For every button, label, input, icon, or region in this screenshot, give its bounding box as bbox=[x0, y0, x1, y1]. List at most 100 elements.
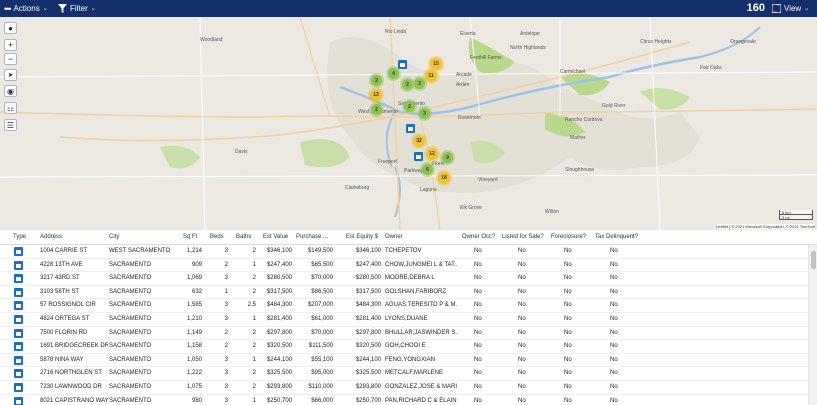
zoom-in-button[interactable]: + bbox=[4, 39, 17, 51]
cell-foreclosure: No bbox=[564, 248, 572, 254]
cell-owner: CHOW,JUNGMEI L & TAT... bbox=[385, 261, 457, 268]
cell-listed: No bbox=[518, 248, 526, 254]
col-header-type[interactable]: Type bbox=[13, 230, 26, 245]
col-header-purchase[interactable]: Purchase ... bbox=[296, 230, 328, 245]
map-cluster[interactable]: 2 bbox=[371, 104, 382, 115]
col-header-beds[interactable]: Beds bbox=[210, 230, 224, 245]
cell-listed: No bbox=[518, 275, 526, 282]
cell-owner: MOORE,DEBRA L bbox=[385, 275, 435, 282]
table-row[interactable]: 8021 CAPISTRANO WAY SACRAMENTO 980 3 1 $… bbox=[0, 395, 808, 405]
map-cluster[interactable]: 6 bbox=[422, 164, 433, 175]
col-header-owner[interactable]: Owner bbox=[385, 230, 403, 245]
cell-tax-delinquent: No bbox=[610, 302, 618, 309]
zoom-out-button[interactable]: − bbox=[4, 53, 17, 65]
cell-purchase: $149,500 bbox=[307, 248, 333, 254]
map-cluster[interactable]: 12 bbox=[426, 148, 438, 160]
street-view-person-button[interactable]: ● bbox=[4, 22, 17, 34]
table-row[interactable]: 4824 ORTEGA ST SACRAMENTO 1,210 3 1 $281… bbox=[0, 313, 808, 327]
cell-sqft: 1,222 bbox=[186, 370, 202, 377]
scrollbar-thumb[interactable] bbox=[811, 251, 816, 269]
cell-beds: 2 bbox=[224, 329, 228, 336]
cell-sqft: 1,075 bbox=[186, 384, 202, 390]
cell-city: SACRAMENTO bbox=[109, 261, 152, 268]
map-cluster[interactable]: 2 bbox=[371, 75, 382, 86]
table-row[interactable]: 7230 LAWNWOOD DR SACRAMENTO 1,075 3 2 $2… bbox=[0, 381, 808, 395]
col-header-address[interactable]: Address bbox=[40, 230, 62, 245]
locate-button[interactable]: ➤ bbox=[4, 69, 17, 81]
place-label: Rancho Cordova bbox=[565, 117, 603, 123]
cell-equity: $281,400 bbox=[355, 316, 381, 322]
col-header-city[interactable]: City bbox=[109, 230, 119, 245]
col-header-sqft[interactable]: Sq Ft bbox=[183, 230, 197, 245]
cell-beds: 3 bbox=[224, 248, 228, 254]
table-row[interactable]: 2716 NORTHGLEN ST SACRAMENTO 1,222 3 2 $… bbox=[0, 367, 808, 381]
cell-city: SACRAMENTO bbox=[109, 370, 152, 377]
table-row[interactable]: 3103 58TH ST SACRAMENTO 632 1 2 $317,500… bbox=[0, 286, 808, 300]
cell-address: 3103 58TH ST bbox=[40, 288, 80, 295]
cell-baths: 1 bbox=[252, 397, 256, 404]
cell-tax-delinquent: No bbox=[610, 384, 618, 390]
cell-tax-delinquent: No bbox=[610, 248, 618, 254]
place-label: Parkway bbox=[404, 168, 424, 174]
table-row[interactable]: 4228 13TH AVE SACRAMENTO 909 2 1 $247,40… bbox=[0, 259, 808, 273]
table-row[interactable]: 7500 FLORIN RD SACRAMENTO 1,149 2 2 $297… bbox=[0, 327, 808, 341]
table-row[interactable]: 1691 BRIDGECREEK DR SACRAMENTO 1,158 2 2… bbox=[0, 340, 808, 354]
cell-city: SACRAMENTO bbox=[109, 356, 152, 363]
cell-owner-occ: No bbox=[474, 397, 482, 404]
map-cluster[interactable]: 3 bbox=[419, 108, 430, 119]
map-cluster[interactable]: 4 bbox=[388, 68, 399, 79]
map-cluster[interactable]: 18 bbox=[438, 172, 450, 184]
house-type-icon bbox=[14, 287, 23, 297]
cell-city: WEST SACRAMENTO bbox=[109, 248, 171, 254]
cell-baths: 2 bbox=[252, 329, 256, 336]
map-cluster[interactable]: 9 bbox=[442, 152, 453, 163]
place-label: Clarksburg bbox=[345, 185, 370, 191]
chevron-down-icon: ⌄ bbox=[90, 6, 96, 12]
globe-button[interactable]: ◉ bbox=[4, 85, 17, 97]
view-menu-button[interactable]: View ⌄ bbox=[772, 0, 809, 17]
map-cluster[interactable]: 13 bbox=[370, 89, 382, 101]
property-pin[interactable] bbox=[414, 152, 423, 161]
map-cluster[interactable]: 11 bbox=[425, 70, 437, 82]
cell-tax-delinquent: No bbox=[610, 288, 618, 295]
place-label: Mather bbox=[570, 135, 586, 141]
actions-menu-button[interactable]: ••• Actions ⌄ bbox=[4, 0, 48, 17]
cell-city: SACRAMENTO bbox=[109, 329, 152, 336]
place-label: Orangevale bbox=[730, 39, 756, 45]
map-cluster[interactable]: 3 bbox=[414, 78, 425, 89]
ruler-button[interactable]: ⚏ bbox=[4, 102, 17, 114]
col-header-est-value[interactable]: Est Value bbox=[263, 230, 288, 245]
map-cluster[interactable]: 32 bbox=[413, 135, 425, 147]
cell-purchase: $65,500 bbox=[311, 261, 333, 268]
col-header-tax-delinquent[interactable]: Tax Delinquent? bbox=[595, 230, 638, 245]
table-row[interactable]: 57 ROSSIGNOL CIR SACRAMENTO 1,585 3 2.5 … bbox=[0, 299, 808, 313]
map-cluster[interactable]: 2 bbox=[404, 101, 415, 112]
property-pin[interactable] bbox=[406, 124, 415, 133]
col-header-owner-occ[interactable]: Owner Occ? bbox=[462, 230, 495, 245]
layers-button[interactable]: ☰ bbox=[4, 119, 17, 131]
table-row[interactable]: 3217 43RD ST SACRAMENTO 1,069 3 2 $280,5… bbox=[0, 272, 808, 286]
col-header-baths[interactable]: Baths bbox=[236, 230, 251, 245]
cell-equity: $280,500 bbox=[355, 275, 381, 282]
cell-owner-occ: No bbox=[474, 316, 482, 322]
cell-sqft: 1,158 bbox=[186, 343, 202, 350]
filter-menu-button[interactable]: Filter ⌄ bbox=[58, 0, 96, 17]
place-label: Antelope bbox=[520, 31, 540, 37]
table-row[interactable]: 5878 NINA WAY SACRAMENTO 1,050 3 1 $244,… bbox=[0, 354, 808, 368]
map-cluster[interactable]: 2 bbox=[402, 79, 413, 90]
cell-foreclosure: No bbox=[564, 329, 572, 336]
col-header-est-equity[interactable]: Est Equity $ bbox=[346, 230, 378, 245]
map-cluster[interactable]: 15 bbox=[430, 58, 442, 70]
property-pin[interactable] bbox=[398, 60, 407, 69]
cell-purchase: $111,500 bbox=[308, 343, 333, 350]
cell-listed: No bbox=[518, 329, 526, 336]
col-header-listed[interactable]: Listed for Sale? bbox=[502, 230, 544, 245]
col-header-foreclosure[interactable]: Foreclosure? bbox=[551, 230, 586, 245]
table-scrollbar[interactable] bbox=[808, 245, 817, 405]
cell-est-value: $325,500 bbox=[266, 370, 292, 377]
table-row[interactable]: 1004 CARRIE ST WEST SACRAMENTO 1,214 3 2… bbox=[0, 245, 808, 259]
cell-est-value: $293,800 bbox=[266, 384, 292, 390]
cell-owner-occ: No bbox=[474, 248, 482, 254]
scale-mi: 3 mi bbox=[779, 215, 813, 220]
property-map[interactable]: ● + − ➤ ◉ ⚏ ☰ Rio Linda Elverta Antelope… bbox=[0, 17, 817, 230]
